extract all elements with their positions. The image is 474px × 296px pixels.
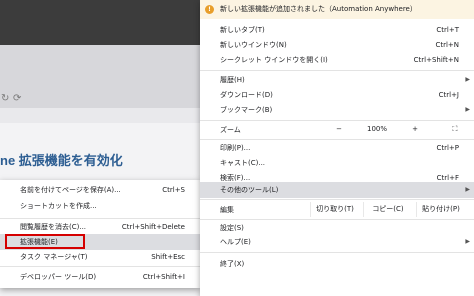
save-page-as-item[interactable]: 名前を付けてページを保存(A)... Ctrl+S <box>0 182 200 198</box>
new-tab-item[interactable]: 新しいタブ(T) Ctrl+T <box>200 22 474 38</box>
history-item[interactable]: 履歴(H) ▶ <box>200 72 474 88</box>
separator <box>200 199 474 200</box>
clear-browsing-data-item[interactable]: 閲覧履歴を消去(C)... Ctrl+Shift+Delete <box>0 219 200 235</box>
new-window-item[interactable]: 新しいウインドウ(N) Ctrl+N <box>200 37 474 53</box>
zoom-out-button[interactable]: − <box>320 122 358 137</box>
cast-item[interactable]: キャスト(C)... <box>200 155 474 171</box>
chrome-main-menu: ! 新しい拡張機能が追加されました（Automation Anywhere） 新… <box>200 0 474 296</box>
developer-tools-item[interactable]: デベロッパー ツール(D) Ctrl+Shift+I <box>0 269 200 285</box>
submenu-arrow-icon: ▶ <box>465 238 470 245</box>
alert-icon: ! <box>205 5 214 14</box>
content-strip <box>0 108 200 123</box>
downloads-item[interactable]: ダウンロード(D) Ctrl+J <box>200 87 474 103</box>
extension-added-notification[interactable]: ! 新しい拡張機能が追加されました（Automation Anywhere） <box>200 0 474 19</box>
extensions-highlight-box <box>5 234 85 249</box>
reload-icon[interactable]: ↻ <box>1 93 9 104</box>
page-heading: ne 拡張機能を有効化 <box>0 153 123 168</box>
edit-row: 編集 切り取り(T) コピー(C) 貼り付け(P) <box>200 202 474 218</box>
copy-button[interactable]: コピー(C) <box>363 202 412 217</box>
separator <box>200 120 474 121</box>
create-shortcut-item[interactable]: ショートカットを作成... <box>0 198 200 214</box>
submenu-arrow-icon: ▶ <box>465 76 470 83</box>
incognito-window-item[interactable]: シークレット ウインドウを開く(I) Ctrl+Shift+N <box>200 52 474 68</box>
separator <box>200 70 474 71</box>
zoom-in-button[interactable]: + <box>396 122 434 137</box>
more-tools-item[interactable]: その他のツール(L) ▶ <box>200 182 474 198</box>
refresh-icon[interactable]: ⟳ <box>13 93 21 104</box>
zoom-level: 100% <box>366 125 387 133</box>
exit-item[interactable]: 終了(X) <box>200 256 474 272</box>
submenu-arrow-icon: ▶ <box>465 186 470 193</box>
zoom-row: ズーム − 100% + ⛶ <box>200 122 474 138</box>
task-manager-item[interactable]: タスク マネージャ(T) Shift+Esc <box>0 249 200 265</box>
fullscreen-icon[interactable]: ⛶ <box>436 122 474 137</box>
help-item[interactable]: ヘルプ(E) ▶ <box>200 234 474 250</box>
submenu-arrow-icon: ▶ <box>465 106 470 113</box>
separator <box>0 266 200 267</box>
bookmarks-item[interactable]: ブックマーク(B) ▶ <box>200 102 474 118</box>
print-item[interactable]: 印刷(P)... Ctrl+P <box>200 140 474 156</box>
paste-button[interactable]: 貼り付け(P) <box>416 202 465 217</box>
cut-button[interactable]: 切り取り(T) <box>310 202 359 217</box>
separator <box>200 252 474 253</box>
